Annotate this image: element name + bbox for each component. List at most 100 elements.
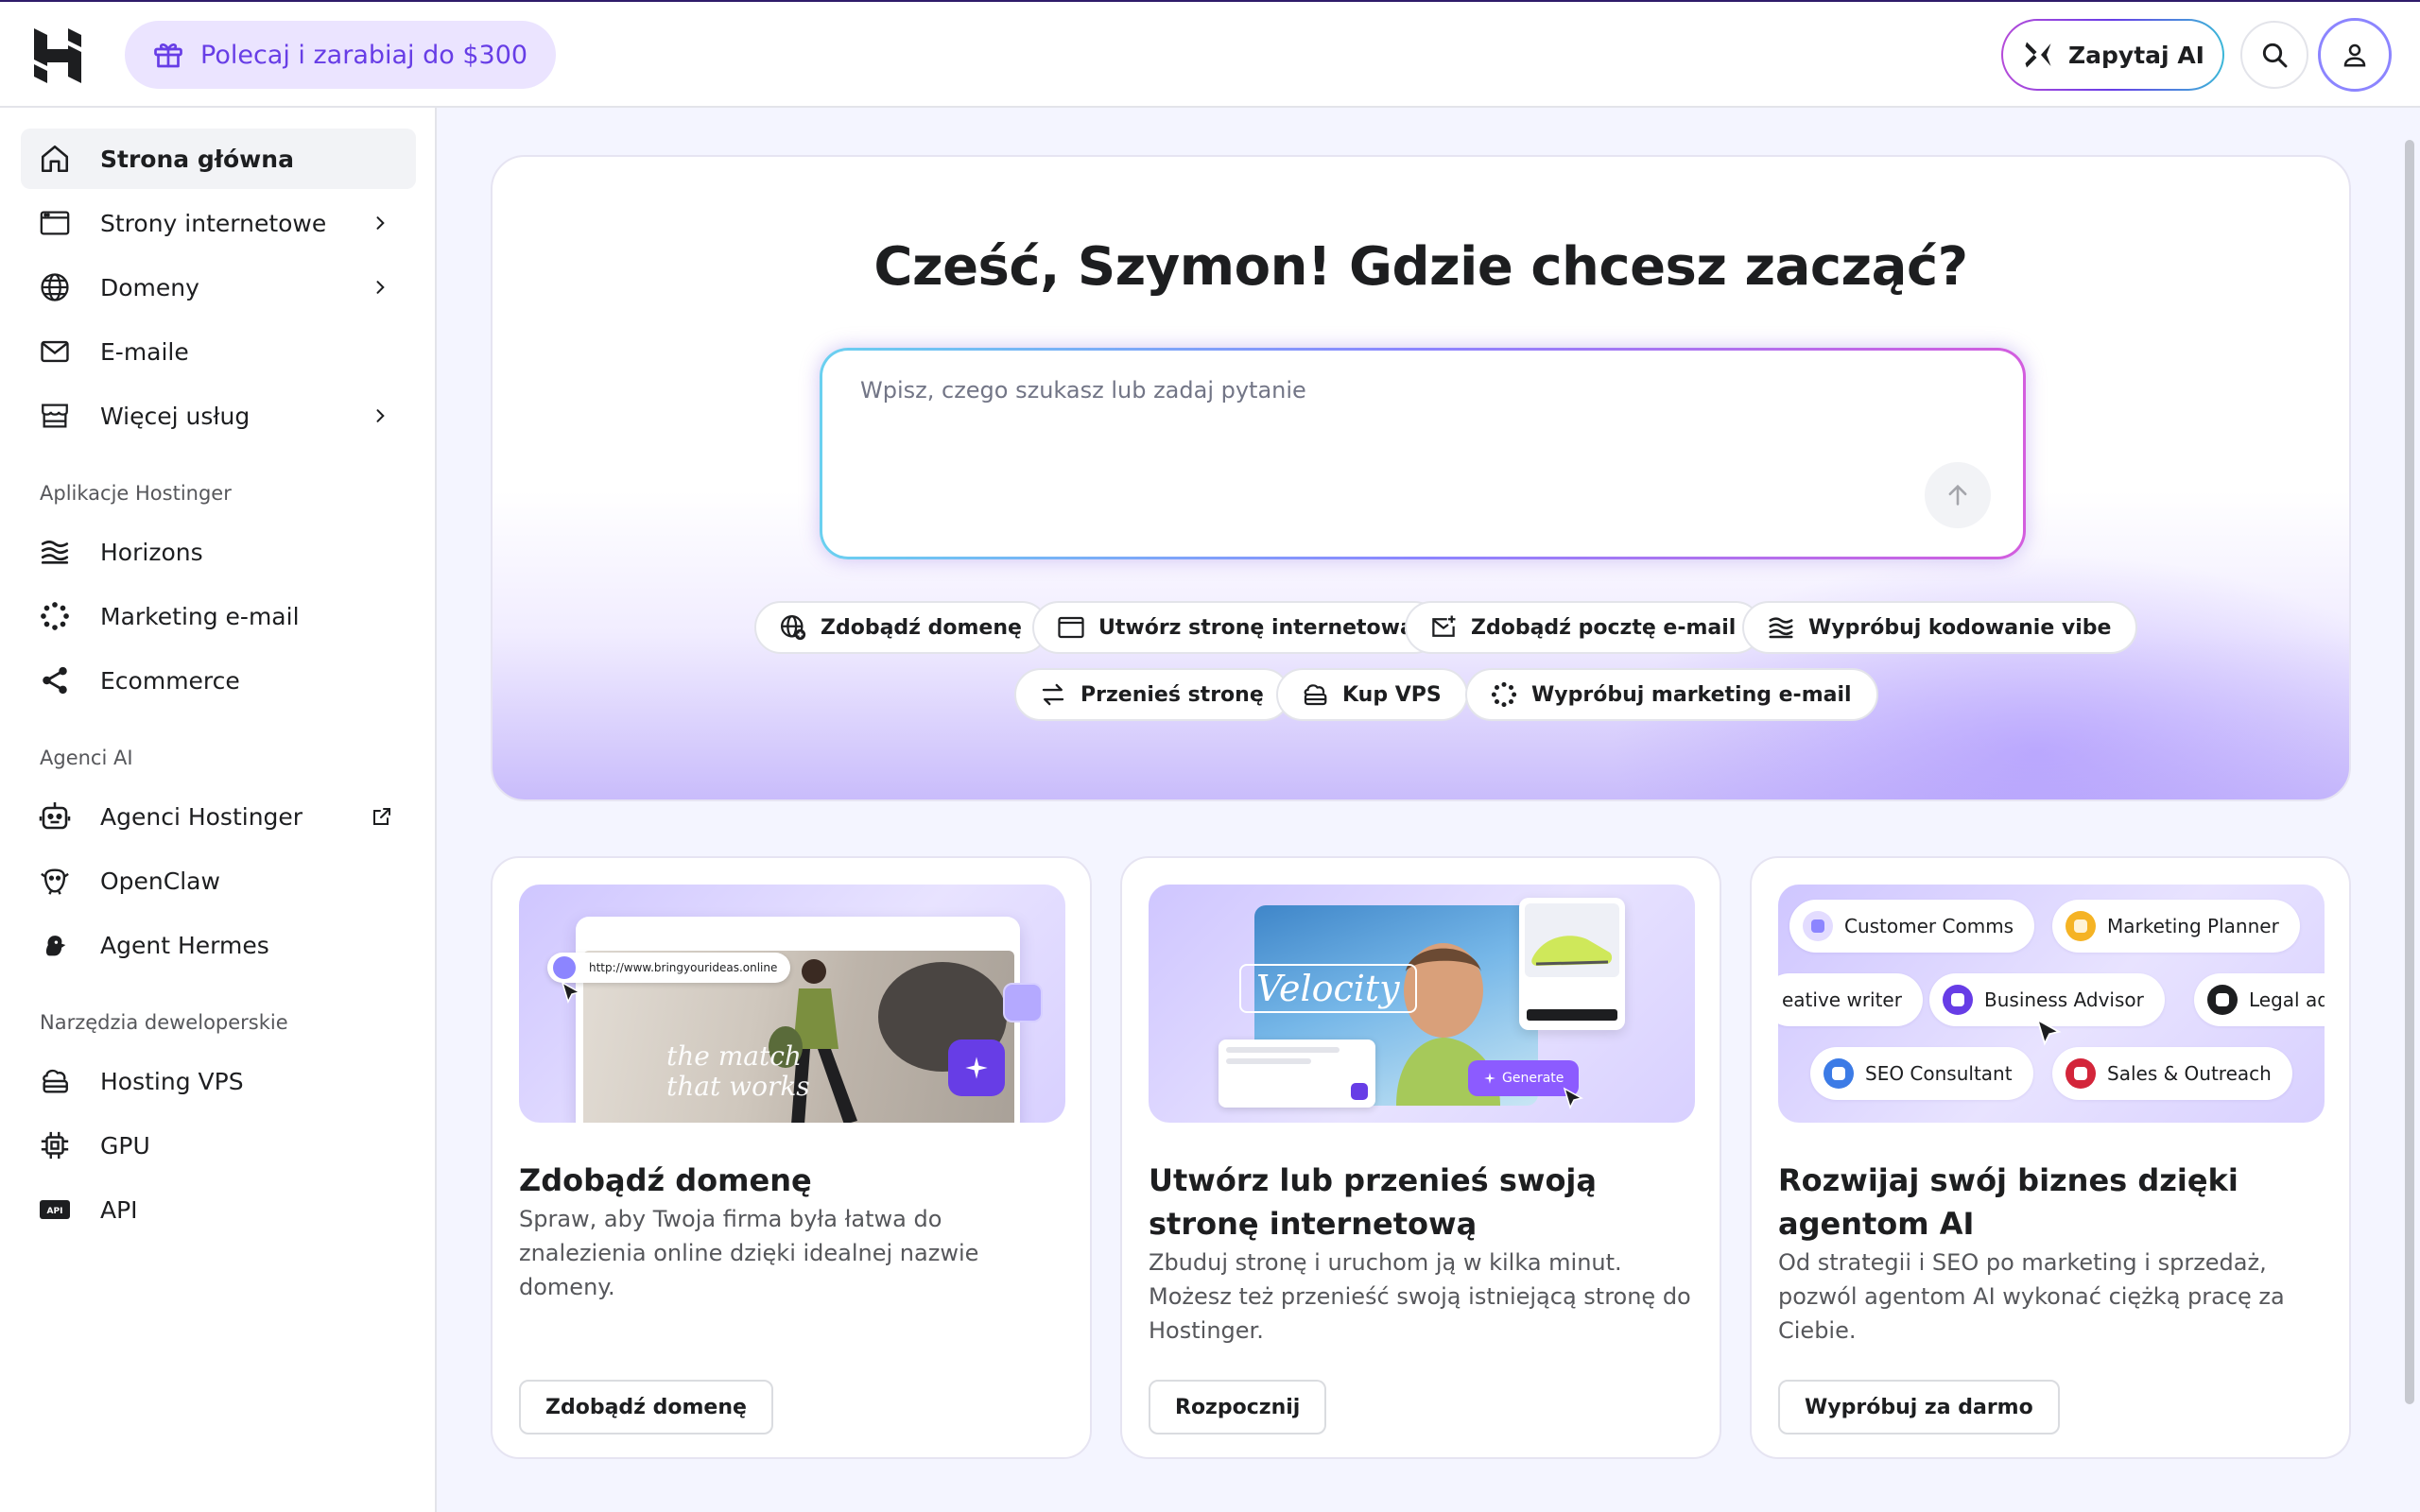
agent-avatar-icon bbox=[2066, 911, 2096, 941]
card-title: Rozwijaj swój biznes dzięki agentom AI bbox=[1778, 1162, 2238, 1242]
sidebar-item-ecommerce[interactable]: Ecommerce bbox=[21, 650, 416, 711]
search-icon bbox=[2262, 43, 2288, 68]
tile-icon bbox=[1003, 983, 1043, 1022]
cursor-icon bbox=[561, 981, 582, 1005]
chip-migrate-site[interactable]: Przenieś stronę bbox=[1014, 668, 1290, 721]
refer-earn-button[interactable]: Polecaj i zarabiaj do $300 bbox=[125, 21, 557, 89]
sidebar-item-marketing-email[interactable]: Marketing e-mail bbox=[21, 586, 416, 646]
sidebar-item-hostinger-agents[interactable]: Agenci Hostinger bbox=[21, 786, 416, 847]
agent-chip: Customer Comms bbox=[1789, 900, 2035, 953]
get-started-button[interactable]: Rozpocznij bbox=[1149, 1380, 1327, 1435]
chip-label: Przenieś stronę bbox=[1080, 682, 1264, 707]
agent-name: SEO Consultant bbox=[1865, 1062, 2013, 1085]
agent-chip: Legal ad bbox=[2194, 973, 2325, 1026]
sidebar-item-websites[interactable]: Strony internetowe bbox=[21, 193, 416, 253]
tagline-text: the match that works bbox=[666, 1041, 810, 1102]
search-input[interactable] bbox=[860, 377, 1900, 404]
sidebar-item-label: Horizons bbox=[100, 538, 203, 566]
ai-sparkle-icon bbox=[2025, 42, 2051, 68]
card-description: Spraw, aby Twoja firma była łatwa do zna… bbox=[519, 1206, 979, 1300]
external-link-icon bbox=[373, 808, 390, 825]
ask-ai-label: Zapytaj AI bbox=[2068, 41, 2204, 69]
get-domain-button[interactable]: Zdobądź domenę bbox=[519, 1380, 773, 1435]
chip-icon bbox=[38, 1128, 72, 1162]
sidebar-item-emails[interactable]: E-maile bbox=[21, 321, 416, 382]
refer-earn-label: Polecaj i zarabiaj do $300 bbox=[200, 40, 528, 70]
sidebar-item-domains[interactable]: Domeny bbox=[21, 257, 416, 318]
reach-icon bbox=[1491, 681, 1517, 708]
sidebar-item-hosting-vps[interactable]: Hosting VPS bbox=[21, 1051, 416, 1111]
sidebar-item-label: Agent Hermes bbox=[100, 931, 269, 959]
section-title-dev-tools: Narzędzia deweloperskie bbox=[40, 1011, 288, 1034]
sidebar-item-home[interactable]: Strona główna bbox=[21, 129, 416, 189]
tagline-line-1: the match bbox=[666, 1040, 802, 1072]
sparkle-icon bbox=[948, 1040, 1005, 1096]
agent-avatar-icon bbox=[2207, 985, 2238, 1015]
gift-icon bbox=[154, 43, 182, 68]
section-title-apps: Aplikacje Hostinger bbox=[40, 482, 232, 505]
account-button[interactable] bbox=[2318, 18, 2392, 92]
product-card bbox=[1519, 898, 1625, 1030]
agent-name: eative writer bbox=[1782, 988, 1902, 1011]
card-website: Velocity Generate Utwórz lub przenieś sw… bbox=[1120, 856, 1721, 1459]
sidebar-item-label: E-maile bbox=[100, 337, 189, 366]
section-title-ai-agents: Agenci AI bbox=[40, 747, 133, 769]
link-icon bbox=[553, 956, 576, 979]
website-illustration: Velocity Generate bbox=[1149, 885, 1695, 1123]
chip-create-website[interactable]: Utwórz stronę internetową bbox=[1032, 601, 1441, 654]
sidebar-item-label: Marketing e-mail bbox=[100, 602, 300, 630]
card-title: Utwórz lub przenieś swoją stronę interne… bbox=[1149, 1162, 1597, 1242]
chip-label: Wypróbuj kodowanie vibe bbox=[1808, 615, 2112, 640]
shoe-image bbox=[1525, 903, 1619, 977]
url-pill: http://www.bringyourideas.online bbox=[547, 953, 791, 983]
ask-ai-button[interactable]: Zapytaj AI bbox=[2001, 19, 2224, 91]
chip-get-email[interactable]: Zdobądź pocztę e-mail bbox=[1405, 601, 1763, 654]
sidebar-item-horizons[interactable]: Horizons bbox=[21, 522, 416, 582]
tagline-line-2: that works bbox=[666, 1071, 810, 1102]
sidebar-item-gpu[interactable]: GPU bbox=[21, 1115, 416, 1176]
svg-text:API: API bbox=[47, 1207, 63, 1216]
sidebar-item-label: Hosting VPS bbox=[100, 1067, 244, 1095]
agent-name: Business Advisor bbox=[1984, 988, 2144, 1011]
cursor-icon bbox=[1563, 1087, 1584, 1110]
url-text: http://www.bringyourideas.online bbox=[589, 961, 778, 974]
hermes-icon bbox=[38, 928, 72, 962]
agent-avatar-icon bbox=[2066, 1058, 2096, 1089]
try-free-button[interactable]: Wypróbuj za darmo bbox=[1778, 1380, 2060, 1435]
chip-vibe-coding[interactable]: Wypróbuj kodowanie vibe bbox=[1742, 601, 2138, 654]
prompt-box[interactable] bbox=[820, 348, 2026, 559]
hostinger-logo[interactable] bbox=[34, 28, 81, 83]
brand-word: Velocity bbox=[1239, 964, 1417, 1013]
sidebar-item-label: Agenci Hostinger bbox=[100, 802, 303, 831]
swap-arrows-icon bbox=[1042, 683, 1064, 706]
sidebar-item-more-services[interactable]: Więcej usług bbox=[21, 386, 416, 446]
agent-name: Marketing Planner bbox=[2107, 915, 2279, 937]
domain-illustration: the match that works http://www.bringyou… bbox=[519, 885, 1065, 1123]
scrollbar[interactable] bbox=[2405, 140, 2414, 1404]
card-description: Od strategii i SEO po marketing i sprzed… bbox=[1778, 1249, 2285, 1344]
card-title: Zdobądź domenę bbox=[519, 1162, 812, 1198]
globe-plus-icon bbox=[781, 615, 806, 641]
sidebar-item-agent-hermes[interactable]: Agent Hermes bbox=[21, 915, 416, 975]
claw-icon bbox=[38, 864, 72, 898]
page-title: Cześć, Szymon! Gdzie chcesz zacząć? bbox=[873, 236, 1968, 298]
agent-avatar-icon bbox=[1803, 911, 1833, 941]
sidebar-item-openclaw[interactable]: OpenClaw bbox=[21, 850, 416, 911]
chevron-right-icon bbox=[376, 281, 385, 294]
search-button[interactable] bbox=[2240, 21, 2308, 89]
chip-buy-vps[interactable]: Kup VPS bbox=[1276, 668, 1468, 721]
sidebar-item-api[interactable]: API API bbox=[21, 1179, 416, 1240]
store-icon bbox=[38, 399, 72, 433]
agent-chip: eative writer bbox=[1778, 973, 1923, 1026]
home-icon bbox=[38, 142, 72, 176]
chevron-right-icon bbox=[376, 216, 385, 230]
chip-email-marketing[interactable]: Wypróbuj marketing e-mail bbox=[1465, 668, 1878, 721]
send-button[interactable] bbox=[1925, 462, 1991, 528]
agents-illustration: Customer Comms Marketing Planner eative … bbox=[1778, 885, 2325, 1123]
chip-get-domain[interactable]: Zdobądź domenę bbox=[754, 601, 1048, 654]
top-bar: Polecaj i zarabiaj do $300 Zapytaj AI bbox=[0, 0, 2420, 108]
hero-panel: Cześć, Szymon! Gdzie chcesz zacząć? Zdob… bbox=[491, 155, 2351, 801]
sidebar-item-label: Więcej usług bbox=[100, 402, 251, 430]
chip-label: Zdobądź pocztę e-mail bbox=[1471, 615, 1737, 640]
chip-label: Kup VPS bbox=[1342, 682, 1442, 707]
